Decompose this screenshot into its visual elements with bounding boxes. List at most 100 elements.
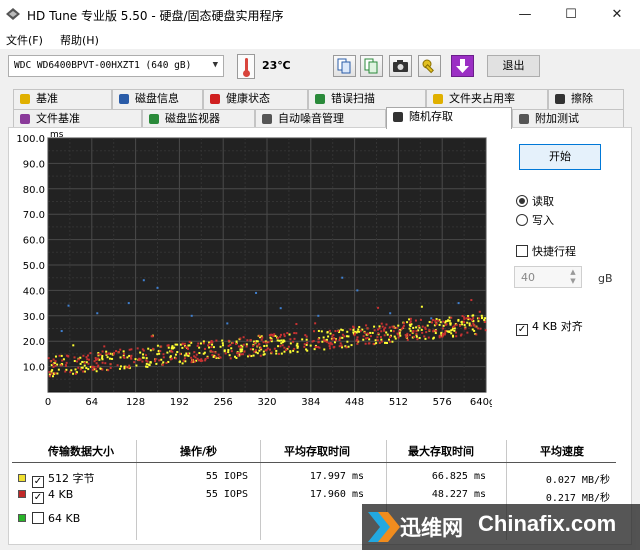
data-point-series-1 xyxy=(464,327,467,330)
data-point-series-1 xyxy=(76,360,79,363)
data-point-series-1 xyxy=(262,341,265,344)
data-point-series-0 xyxy=(119,356,122,359)
data-point-series-1 xyxy=(383,334,386,337)
screenshot-button[interactable] xyxy=(389,55,412,77)
tab-monitor[interactable]: 磁盘监视器 xyxy=(142,109,255,129)
series-checkbox[interactable]: ✓ xyxy=(32,492,44,504)
data-point-series-0 xyxy=(83,364,86,367)
data-point-series-0 xyxy=(461,323,464,326)
data-point-series-0 xyxy=(322,336,325,339)
tab-info[interactable]: 磁盘信息 xyxy=(112,89,203,109)
menu-file[interactable]: 文件(F) xyxy=(6,32,43,48)
result-row-label[interactable]: ✓ 4 KB xyxy=(18,488,73,504)
data-point-series-2 xyxy=(156,286,159,289)
data-point-series-1 xyxy=(52,363,55,366)
data-point-series-1 xyxy=(406,335,409,338)
data-point-series-1 xyxy=(77,358,80,361)
data-point-series-0 xyxy=(408,318,411,321)
save-button[interactable] xyxy=(451,55,474,77)
data-point-series-1 xyxy=(484,329,487,332)
spin-down-icon[interactable]: ▼ xyxy=(566,277,580,286)
download-arrow-icon xyxy=(456,59,469,73)
tab-erase[interactable]: 擦除 xyxy=(548,89,624,109)
data-point-series-1 xyxy=(194,356,197,359)
data-point-series-1 xyxy=(366,327,369,330)
write-radio-dot xyxy=(516,214,528,226)
data-point-series-0 xyxy=(50,370,53,373)
options-button[interactable] xyxy=(418,55,441,77)
data-point-series-0 xyxy=(145,357,148,360)
short-stroke-spinner[interactable]: 40 ▲ ▼ xyxy=(514,266,582,288)
data-point-series-0 xyxy=(167,360,170,363)
tab-speaker[interactable]: 自动噪音管理 xyxy=(255,109,386,129)
drive-select[interactable]: WDC WD6400BPVT-00HXZT1 (640 gB) ▼ xyxy=(8,55,224,77)
data-point-series-1 xyxy=(165,361,168,364)
align-4kb-checkbox[interactable]: ✓ 4 KB 对齐 xyxy=(516,318,583,336)
tab-extra-tests[interactable]: 附加测试 xyxy=(512,109,624,129)
data-point-series-0 xyxy=(466,321,469,324)
data-point-series-1 xyxy=(356,342,359,345)
data-point-series-0 xyxy=(449,322,452,325)
data-point-series-1 xyxy=(265,349,268,352)
data-point-series-1 xyxy=(137,359,140,362)
data-point-series-1 xyxy=(145,354,148,357)
menu-help[interactable]: 帮助(H) xyxy=(60,32,99,48)
data-point-series-1 xyxy=(122,352,125,355)
data-point-series-0 xyxy=(72,344,75,347)
minimize-button[interactable]: — xyxy=(502,0,548,29)
data-point-series-2 xyxy=(356,289,359,292)
data-point-series-1 xyxy=(311,340,314,343)
tab-benchmark[interactable]: 基准 xyxy=(13,89,112,109)
data-point-series-0 xyxy=(397,324,400,327)
app-icon xyxy=(6,8,20,20)
tab-search[interactable]: 错误扫描 xyxy=(308,89,426,109)
copy-info-button[interactable] xyxy=(333,55,356,77)
start-button[interactable]: 开始 xyxy=(519,144,601,170)
data-point-series-1 xyxy=(214,351,217,354)
data-point-series-0 xyxy=(345,335,348,338)
data-point-series-1 xyxy=(472,316,475,319)
tab-file-benchmark[interactable]: 文件基准 xyxy=(13,109,142,129)
data-point-series-1 xyxy=(377,332,380,335)
data-point-series-0 xyxy=(391,340,394,343)
data-point-series-0 xyxy=(142,353,145,356)
data-point-series-2 xyxy=(67,304,70,307)
data-point-series-1 xyxy=(210,346,213,349)
close-button[interactable]: ✕ xyxy=(594,0,640,29)
series-checkbox[interactable]: ✓ xyxy=(32,476,44,488)
data-point-series-0 xyxy=(296,342,299,345)
data-point-series-1 xyxy=(475,333,478,336)
data-point-series-0 xyxy=(412,326,415,329)
data-point-series-1 xyxy=(187,352,190,355)
result-max: 66.825 ms xyxy=(431,471,486,482)
data-point-series-1 xyxy=(376,336,379,339)
data-point-series-0 xyxy=(306,349,309,352)
short-stroke-checkbox[interactable]: 快捷行程 xyxy=(516,243,576,259)
data-point-series-1 xyxy=(415,332,418,335)
result-max: 48.227 ms xyxy=(431,489,486,500)
data-point-series-1 xyxy=(188,340,191,343)
series-checkbox[interactable] xyxy=(32,512,44,524)
read-radio[interactable]: 读取 xyxy=(516,193,554,209)
data-point-series-1 xyxy=(65,361,68,364)
tab-folder[interactable]: 文件夹占用率 xyxy=(426,89,548,109)
exit-button[interactable]: 退出 xyxy=(487,55,540,77)
data-point-series-0 xyxy=(156,353,159,356)
copy-all-button[interactable] xyxy=(360,55,383,77)
write-radio[interactable]: 写入 xyxy=(516,212,554,228)
data-point-series-1 xyxy=(286,332,289,335)
x-tick-label: 640gB xyxy=(470,397,492,408)
data-point-series-1 xyxy=(425,331,428,334)
result-row-label[interactable]: 64 KB xyxy=(18,512,80,525)
tab-health[interactable]: 健康状态 xyxy=(203,89,308,109)
data-point-series-1 xyxy=(293,347,296,350)
data-point-series-0 xyxy=(481,316,484,319)
x-tick-label: 192 xyxy=(170,397,189,408)
data-point-series-1 xyxy=(117,351,120,354)
data-point-series-1 xyxy=(281,344,284,347)
tab-random-access[interactable]: 随机存取 xyxy=(386,107,512,129)
spin-up-icon[interactable]: ▲ xyxy=(566,268,580,277)
maximize-button[interactable]: ☐ xyxy=(548,0,594,29)
result-row-label[interactable]: ✓ 512 字节 xyxy=(18,470,95,488)
data-point-series-1 xyxy=(388,326,391,329)
